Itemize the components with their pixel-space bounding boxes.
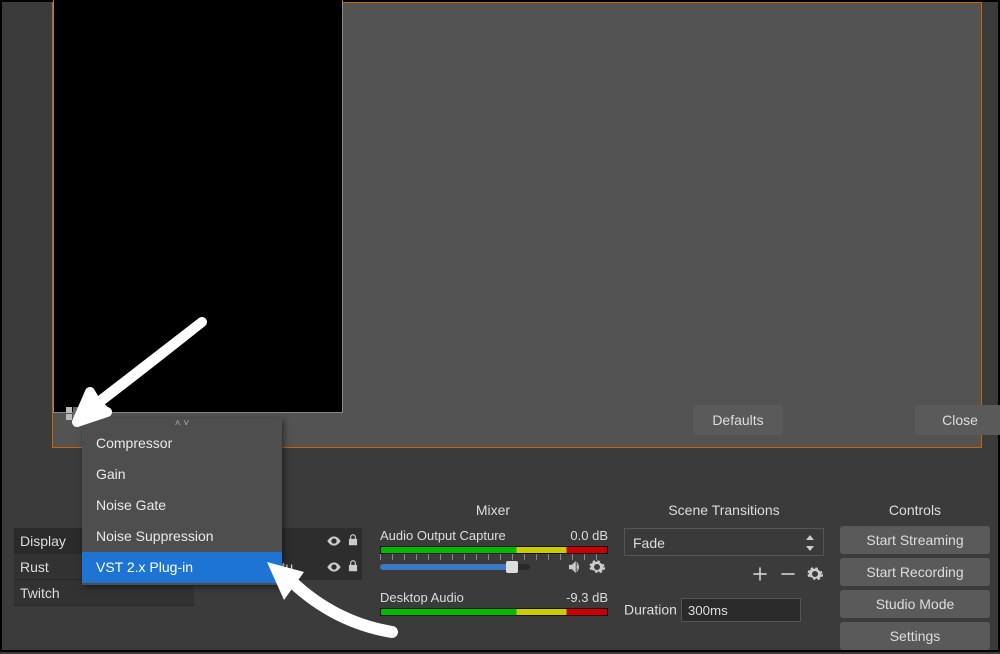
defaults-button[interactable]: Defaults bbox=[693, 405, 783, 435]
mixer-channel-name: Desktop Audio bbox=[380, 590, 464, 605]
menu-item-gain[interactable]: Gain bbox=[82, 459, 282, 490]
mixer-panel: Audio Output Capture 0.0 dB Desktop Audi… bbox=[376, 528, 612, 640]
volume-meter bbox=[380, 546, 608, 554]
gear-icon[interactable] bbox=[806, 565, 824, 583]
start-streaming-button[interactable]: Start Streaming bbox=[840, 526, 990, 554]
controls-panel: Start Streaming Start Recording Studio M… bbox=[840, 526, 990, 654]
studio-mode-button[interactable]: Studio Mode bbox=[840, 590, 990, 618]
mixer-channel: Audio Output Capture 0.0 dB bbox=[376, 528, 612, 584]
duration-label: Duration bbox=[624, 602, 677, 618]
lock-icon[interactable] bbox=[346, 559, 360, 573]
menu-item-vst-plugin[interactable]: VST 2.x Plug-in bbox=[82, 552, 282, 583]
filters-dialog: Defaults Close bbox=[52, 2, 982, 448]
close-button[interactable]: Close bbox=[915, 405, 1000, 435]
menu-scroll-up-icon[interactable]: ˄ ˅ bbox=[82, 418, 282, 428]
volume-slider[interactable] bbox=[380, 564, 530, 570]
menu-item-compressor[interactable]: Compressor bbox=[82, 428, 282, 459]
transition-selected: Fade bbox=[633, 535, 665, 551]
menu-item-noise-gate[interactable]: Noise Gate bbox=[82, 490, 282, 521]
mixer-channel: Desktop Audio -9.3 dB bbox=[376, 590, 612, 634]
menu-item-noise-suppression[interactable]: Noise Suppression bbox=[82, 521, 282, 552]
add-filter-context-menu: ˄ ˅ Compressor Gain Noise Gate Noise Sup… bbox=[82, 418, 282, 585]
plus-icon[interactable] bbox=[750, 564, 770, 584]
select-arrows-icon bbox=[803, 533, 817, 553]
gear-icon[interactable] bbox=[588, 558, 606, 576]
mixer-channel-name: Audio Output Capture bbox=[380, 528, 506, 543]
mixer-channel-db: -9.3 dB bbox=[566, 590, 608, 605]
duration-input[interactable] bbox=[681, 598, 801, 622]
volume-meter bbox=[380, 608, 608, 616]
speaker-icon[interactable] bbox=[566, 558, 584, 576]
controls-header: Controls bbox=[840, 496, 990, 524]
transitions-panel: Fade Duration bbox=[624, 528, 824, 556]
eye-icon[interactable] bbox=[326, 559, 342, 575]
mixer-channel-db: 0.0 dB bbox=[570, 528, 608, 543]
eye-icon[interactable] bbox=[326, 533, 342, 549]
transitions-header: Scene Transitions bbox=[624, 496, 824, 524]
start-recording-button[interactable]: Start Recording bbox=[840, 558, 990, 586]
preview-area bbox=[53, 0, 343, 413]
transition-select[interactable]: Fade bbox=[624, 528, 824, 556]
settings-button[interactable]: Settings bbox=[840, 622, 990, 650]
minus-icon[interactable] bbox=[778, 564, 798, 584]
lock-icon[interactable] bbox=[346, 533, 360, 547]
mixer-header: Mixer bbox=[374, 496, 612, 524]
